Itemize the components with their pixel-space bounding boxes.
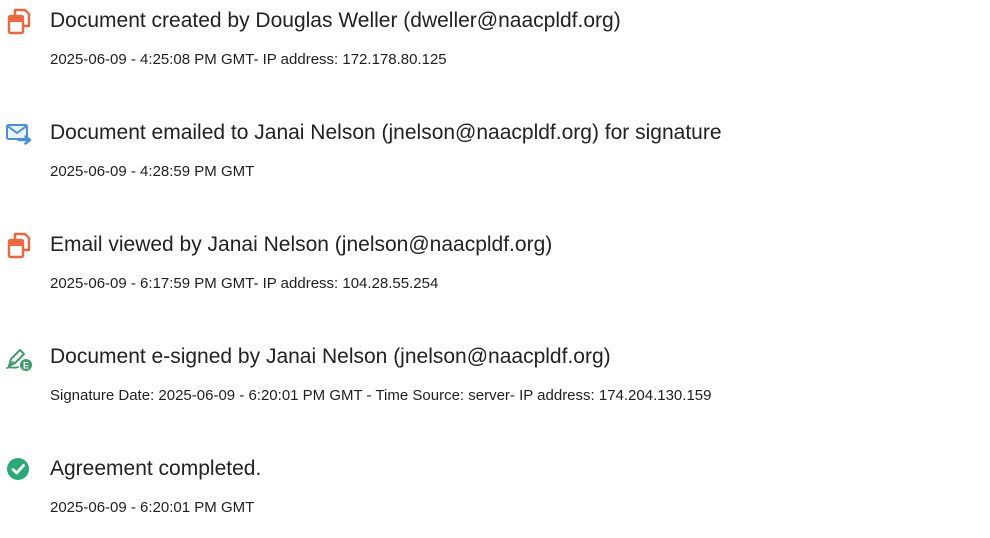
document-created-icon	[5, 8, 33, 36]
event-detail: 2025-06-09 - 6:20:01 PM GMT	[50, 499, 255, 516]
event-detail: Signature Date: 2025-06-09 - 6:20:01 PM …	[50, 387, 712, 404]
event-title: Document created by Douglas Weller (dwel…	[50, 9, 621, 32]
audit-event: Document created by Douglas Weller (dwel…	[0, 0, 990, 90]
event-detail: 2025-06-09 - 4:25:08 PM GMT- IP address:…	[50, 51, 447, 68]
audit-event: Agreement completed. 2025-06-09 - 6:20:0…	[0, 448, 990, 538]
event-detail: 2025-06-09 - 4:28:59 PM GMT	[50, 163, 255, 180]
audit-event: Email viewed by Janai Nelson (jnelson@na…	[0, 224, 990, 314]
event-title: Document emailed to Janai Nelson (jnelso…	[50, 121, 722, 144]
event-title: Email viewed by Janai Nelson (jnelson@na…	[50, 233, 553, 256]
checkmark-circle-icon	[5, 456, 33, 484]
event-title: Agreement completed.	[50, 457, 262, 480]
e-signature-icon: E	[5, 344, 33, 372]
email-sent-icon	[5, 120, 33, 148]
event-title: Document e-signed by Janai Nelson (jnels…	[50, 345, 611, 368]
email-viewed-icon	[5, 232, 33, 260]
audit-event: E Document e-signed by Janai Nelson (jne…	[0, 336, 990, 426]
audit-event: Document emailed to Janai Nelson (jnelso…	[0, 112, 990, 202]
svg-text:E: E	[23, 361, 29, 371]
event-detail: 2025-06-09 - 6:17:59 PM GMT- IP address:…	[50, 275, 439, 292]
